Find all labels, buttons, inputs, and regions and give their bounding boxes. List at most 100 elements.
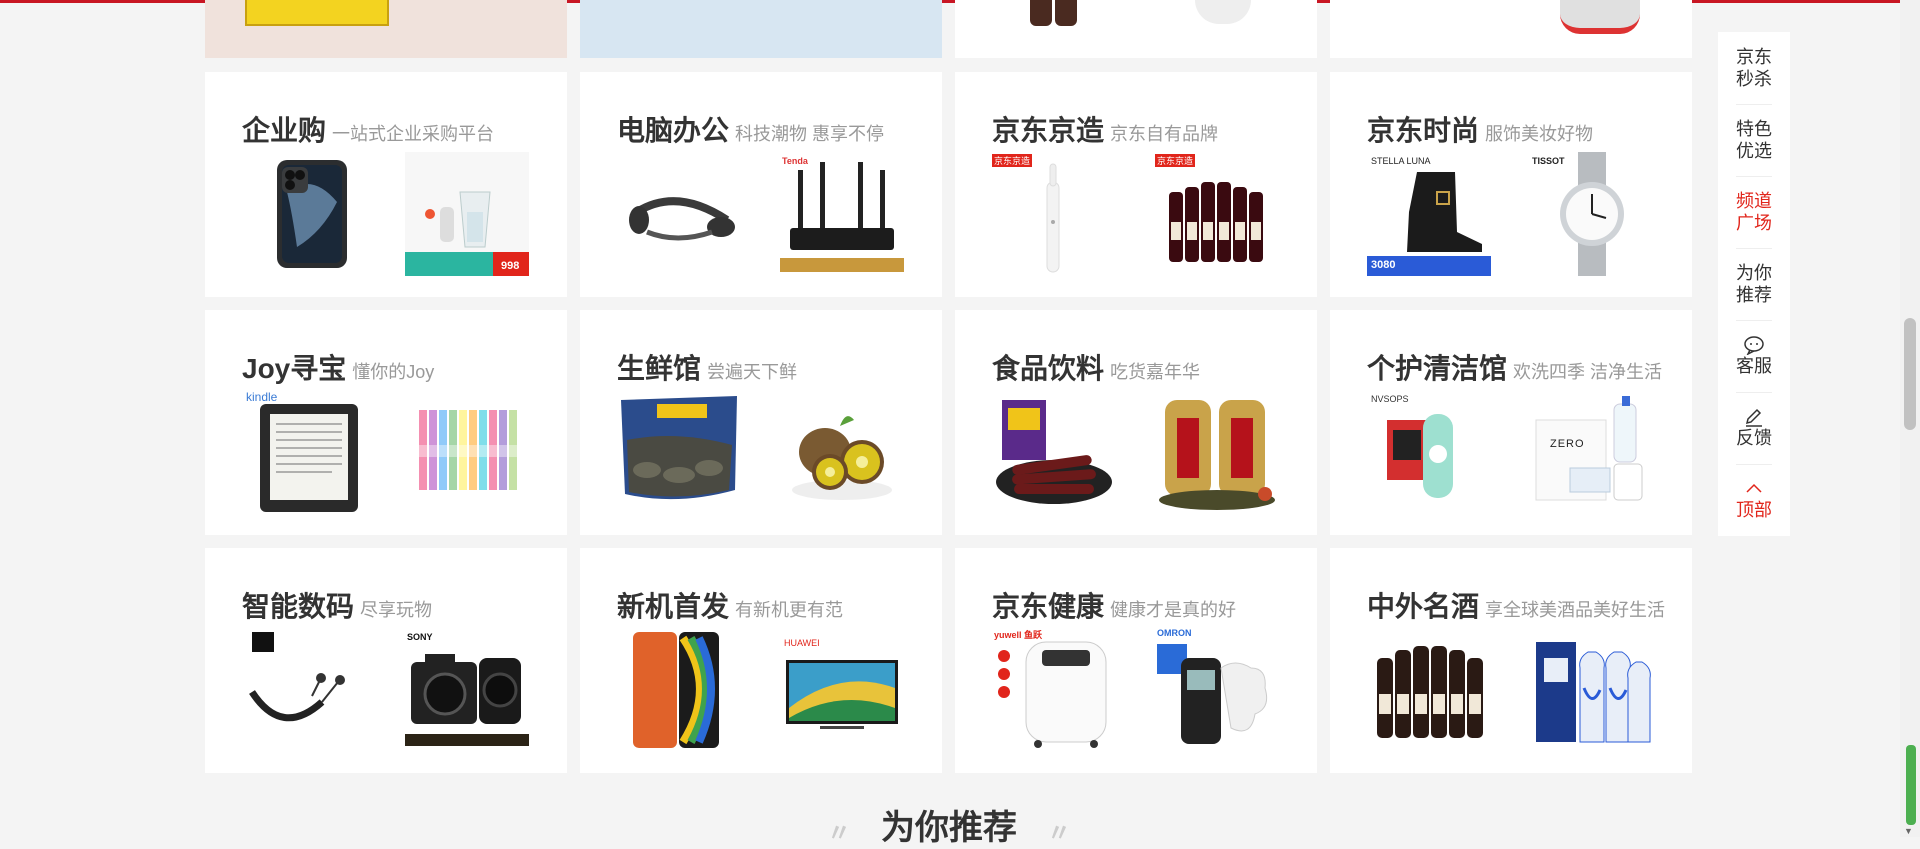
- channel-card-jd-fashion[interactable]: 京东时尚 服饰美妆好物 STELLA LUNA 3080 TISSOT: [1330, 72, 1692, 297]
- side-nav-label: 频道广场: [1736, 191, 1772, 233]
- brand-tag: yuwell 鱼跃: [994, 630, 1043, 640]
- brand-tag: OMRON: [1157, 628, 1192, 638]
- channel-card-food[interactable]: 食品饮料 吃货嘉年华: [955, 310, 1317, 535]
- side-nav-recommend[interactable]: 为你推荐: [1718, 248, 1790, 320]
- smartphone-icon[interactable]: [242, 152, 366, 276]
- partial-card-3[interactable]: [955, 0, 1317, 58]
- deodorant-icon[interactable]: NVSOPS: [1367, 390, 1491, 514]
- headphones-icon[interactable]: [617, 152, 741, 276]
- channel-subtitle: 享全球美酒品美好生活: [1485, 600, 1666, 620]
- channel-subtitle: 一站式企业采购平台: [332, 124, 495, 144]
- pens-icon[interactable]: [405, 390, 529, 514]
- channel-card-jd-made[interactable]: 京东京造 京东自有品牌 京东京造 京东京造: [955, 72, 1317, 297]
- channel-card-smart-digital[interactable]: 智能数码 尽享玩物 SONY: [205, 548, 567, 773]
- smartphone-orange-icon[interactable]: [617, 628, 741, 752]
- page-scrollbar[interactable]: [1900, 0, 1920, 837]
- channel-name: 京东时尚: [1367, 115, 1480, 146]
- decoration-icon: 〃: [1047, 819, 1071, 847]
- channel-card-computer-office[interactable]: 电脑办公 科技潮物 惠享不停 Tenda: [580, 72, 942, 297]
- channel-card-jd-health[interactable]: 京东健康 健康才是真的好 yuwell 鱼跃 OMRON: [955, 548, 1317, 773]
- channel-title: 新机首发 有新机更有范: [617, 585, 843, 625]
- partial-card-4[interactable]: [1330, 0, 1692, 58]
- channel-subtitle: 科技潮物 惠享不停: [735, 124, 885, 144]
- side-nav-customer-service[interactable]: 客服: [1718, 320, 1790, 392]
- channel-subtitle: 健康才是真的好: [1110, 600, 1237, 620]
- scrollbar-thumb[interactable]: [1904, 318, 1916, 430]
- channel-title: 中外名酒 享全球美酒品美好生活: [1367, 585, 1665, 625]
- brand-tag: 京东京造: [992, 154, 1033, 167]
- channel-name: 京东健康: [992, 591, 1105, 622]
- electric-toothbrush-icon[interactable]: 京东京造: [992, 152, 1116, 276]
- ereader-icon[interactable]: kindle: [242, 390, 366, 514]
- product-box-icon: [245, 0, 389, 26]
- router-icon[interactable]: Tenda: [780, 152, 904, 276]
- partial-card-2[interactable]: [580, 0, 942, 58]
- skincare-set-icon[interactable]: ZERO: [1530, 390, 1654, 514]
- side-nav-label: 特色优选: [1736, 119, 1772, 161]
- channel-card-fine-wine[interactable]: 中外名酒 享全球美酒品美好生活: [1330, 548, 1692, 773]
- watch-icon[interactable]: TISSOT: [1530, 152, 1654, 276]
- side-nav-back-to-top[interactable]: 顶部: [1718, 464, 1790, 536]
- oxygen-concentrator-icon[interactable]: yuwell 鱼跃: [992, 628, 1116, 752]
- channel-card-fresh[interactable]: 生鲜馆 尝遍天下鲜: [580, 310, 942, 535]
- channel-title: 个护清洁馆 欢洗四季 洁净生活: [1367, 347, 1662, 387]
- channel-card-new-phones[interactable]: 新机首发 有新机更有范 HUAWEI: [580, 548, 942, 773]
- scroll-progress-indicator: [1906, 745, 1916, 825]
- brand-tag: STELLA LUNA: [1371, 156, 1431, 166]
- price-tag: 3080: [1371, 259, 1396, 271]
- channel-card-enterprise[interactable]: 企业购 一站式企业采购平台 998: [205, 72, 567, 297]
- channel-name: 生鲜馆: [617, 353, 702, 384]
- brand-tag: kindle: [246, 390, 278, 404]
- tea-cans-icon[interactable]: [1155, 390, 1279, 514]
- brand-tag: HUAWEI: [784, 638, 820, 648]
- channel-title: 京东健康 健康才是真的好: [992, 585, 1236, 625]
- side-nav-label: 京东秒杀: [1736, 47, 1772, 89]
- channel-title: 生鲜馆 尝遍天下鲜: [617, 347, 797, 387]
- wine-bottles-icon[interactable]: 京东京造: [1155, 152, 1279, 276]
- side-nav-featured[interactable]: 特色优选: [1718, 104, 1790, 176]
- pen-icon: [1745, 408, 1762, 427]
- water-flosser-icon[interactable]: 998: [405, 152, 529, 276]
- channel-subtitle: 尽享玩物: [360, 600, 433, 620]
- channel-subtitle: 服饰美妆好物: [1485, 124, 1594, 144]
- channel-grid: 企业购 一站式企业采购平台 998 电脑办公 科技潮物 惠享不停 Tenda 京东京…: [205, 0, 1693, 847]
- beef-jerky-icon[interactable]: [992, 390, 1116, 514]
- channel-subtitle: 欢洗四季 洁净生活: [1513, 362, 1663, 382]
- brand-tag: ZERO: [1550, 438, 1585, 450]
- chevron-up-icon: [1746, 483, 1762, 493]
- camera-icon[interactable]: SONY: [405, 628, 529, 752]
- tin-icon: [1560, 0, 1640, 34]
- channel-name: 电脑办公: [617, 115, 730, 146]
- channel-name: 中外名酒: [1367, 591, 1480, 622]
- beer-bottles-icon[interactable]: [1367, 628, 1491, 752]
- channel-title: 智能数码 尽享玩物: [242, 585, 432, 625]
- decoration-icon: 〃: [827, 819, 851, 847]
- channel-card-personal-care[interactable]: 个护清洁馆 欢洗四季 洁净生活 NVSOPS ZERO: [1330, 310, 1692, 535]
- channel-subtitle: 吃货嘉年华: [1110, 362, 1201, 382]
- channel-name: 企业购: [242, 115, 327, 146]
- side-nav-feedback[interactable]: 反馈: [1718, 392, 1790, 464]
- channel-name: 智能数码: [242, 591, 355, 622]
- side-nav-channel-square[interactable]: 频道广场: [1718, 176, 1790, 248]
- channel-name: 食品饮料: [992, 353, 1105, 384]
- brand-tag: TISSOT: [1532, 156, 1565, 166]
- chat-bubble-icon: [1744, 336, 1764, 355]
- tv-icon[interactable]: HUAWEI: [780, 628, 904, 752]
- kiwi-icon[interactable]: [780, 390, 904, 514]
- bottle-icon: [1055, 0, 1077, 26]
- channel-name: Joy寻宝: [242, 353, 347, 384]
- neckband-earphones-icon[interactable]: [242, 628, 366, 752]
- brand-tag: Tenda: [782, 156, 808, 166]
- channel-title: 食品饮料 吃货嘉年华: [992, 347, 1200, 387]
- scroll-down-arrow-icon[interactable]: ▼: [1904, 826, 1913, 836]
- partial-card-1[interactable]: [205, 0, 567, 58]
- side-nav-label: 为你推荐: [1736, 263, 1772, 305]
- baijiu-bottles-icon[interactable]: [1530, 628, 1654, 752]
- boot-icon[interactable]: STELLA LUNA 3080: [1367, 152, 1491, 276]
- seafood-bag-icon[interactable]: [617, 390, 741, 514]
- massager-icon[interactable]: OMRON: [1155, 628, 1279, 752]
- brand-tag: 京东京造: [1155, 154, 1196, 167]
- channel-card-joy[interactable]: Joy寻宝 懂你的Joy kindle: [205, 310, 567, 535]
- channel-name: 个护清洁馆: [1367, 353, 1508, 384]
- side-nav-seckill[interactable]: 京东秒杀: [1718, 32, 1790, 104]
